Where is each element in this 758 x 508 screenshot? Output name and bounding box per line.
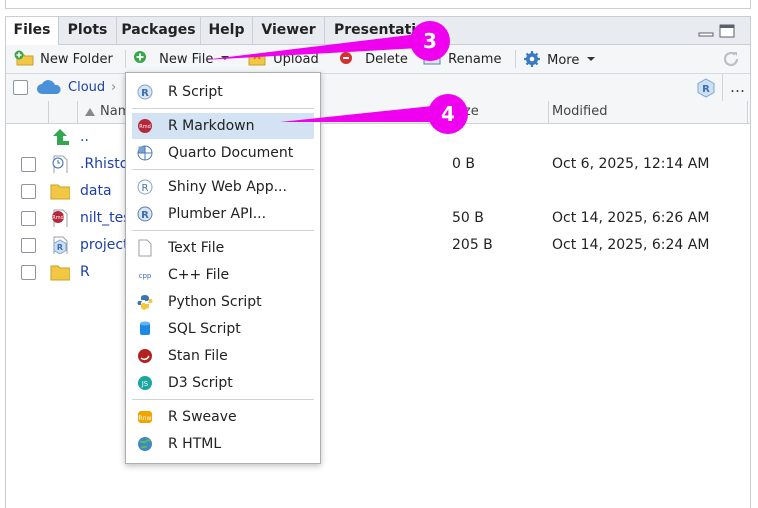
callout-pointers [203, 34, 434, 122]
callout-3-pointer [203, 34, 420, 60]
callout-4: 4 [428, 94, 468, 134]
callout-4-pointer [280, 106, 434, 122]
callout-3: 3 [410, 21, 450, 61]
